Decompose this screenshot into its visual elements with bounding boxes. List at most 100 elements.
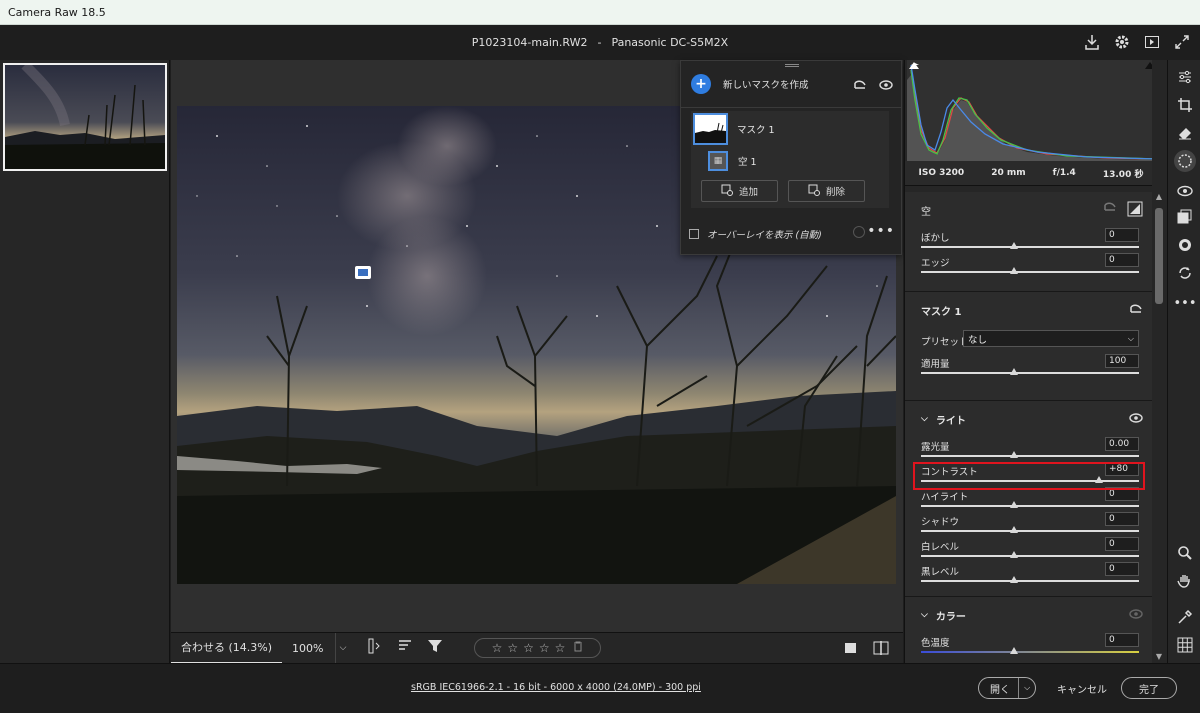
slider-thumb[interactable] (1010, 242, 1018, 249)
slider-thumb[interactable] (1010, 526, 1018, 533)
filmstrip-thumbnail[interactable] (3, 63, 167, 171)
trash-icon[interactable] (573, 641, 583, 655)
eye-icon[interactable] (879, 79, 893, 94)
compare-view-icon[interactable] (873, 640, 889, 660)
mask-item[interactable]: マスク 1 (693, 113, 775, 145)
slider-edge[interactable]: エッジ 0 (905, 253, 1155, 278)
star-icon[interactable]: ☆ (523, 641, 534, 655)
slider-track[interactable] (921, 580, 1139, 582)
reset-icon[interactable] (1129, 303, 1143, 318)
overlay-checkbox[interactable] (689, 229, 699, 239)
mask-component[interactable]: ▦ 空 1 (708, 151, 757, 171)
slider-thumb[interactable] (1010, 576, 1018, 583)
mask-section: マスク 1 プリセット なし ⌵ 適用量 100 (905, 292, 1155, 401)
mask-pin-icon[interactable] (355, 266, 371, 279)
filter-icon[interactable] (427, 638, 443, 658)
undo-icon[interactable] (853, 79, 867, 94)
zoom-icon[interactable] (1174, 542, 1196, 564)
sync-icon[interactable] (1174, 262, 1196, 284)
slider-feather[interactable]: ぼかし 0 (905, 228, 1155, 253)
zoom-100-button[interactable]: 100% (292, 642, 323, 655)
cancel-button[interactable]: キャンセル (1057, 681, 1107, 696)
slider-blacks[interactable]: 黒レベル 0 (905, 562, 1155, 587)
scrollbar-thumb[interactable] (1155, 208, 1163, 304)
slider-highlights[interactable]: ハイライト 0 (905, 487, 1155, 512)
slider-thumb[interactable] (1010, 267, 1018, 274)
gear-icon[interactable] (1112, 32, 1132, 52)
hand-icon[interactable] (1174, 570, 1196, 592)
slider-amount[interactable]: 適用量 100 (905, 354, 1155, 379)
redeye-icon[interactable] (1174, 180, 1196, 202)
slider-track[interactable] (921, 246, 1139, 248)
slider-thumb[interactable] (1010, 451, 1018, 458)
add-button[interactable]: 追加 (701, 180, 778, 202)
view-mode-icon[interactable] (843, 640, 859, 660)
invert-icon[interactable] (1127, 201, 1143, 220)
histogram (907, 60, 1157, 161)
open-button[interactable]: 開く ⌵ (978, 677, 1036, 699)
slider-value-input[interactable]: 0 (1105, 537, 1139, 551)
slider-thumb[interactable] (1010, 368, 1018, 375)
done-button[interactable]: 完了 (1121, 677, 1177, 699)
chevron-down-icon[interactable]: ⌵ (1018, 678, 1035, 698)
slider-value-input[interactable]: 0 (1105, 562, 1139, 576)
more-icon[interactable]: ••• (867, 223, 895, 239)
overlay-color-icon[interactable] (853, 226, 865, 238)
star-icon[interactable]: ☆ (492, 641, 503, 655)
workflow-options-link[interactable]: sRGB IEC61966-2.1 - 16 bit - 6000 x 4000… (411, 682, 701, 693)
filmstrip-toggle-icon[interactable] (367, 638, 383, 658)
mask-section-header: マスク 1 (905, 292, 1155, 328)
more-tools-icon[interactable]: ••• (1174, 292, 1197, 314)
slider-value-input[interactable]: 0.00 (1105, 437, 1139, 451)
scroll-up-icon[interactable]: ▲ (1154, 192, 1164, 201)
slider-value-input[interactable]: 0 (1105, 253, 1139, 267)
slider-thumb[interactable] (1010, 501, 1018, 508)
presets-icon[interactable] (1174, 206, 1196, 228)
slider-whites[interactable]: 白レベル 0 (905, 537, 1155, 562)
slider-track[interactable] (921, 455, 1139, 457)
sort-icon[interactable] (397, 638, 413, 658)
slider-track[interactable] (921, 555, 1139, 557)
panel-grip-icon[interactable] (785, 64, 799, 67)
masking-icon[interactable] (1174, 150, 1196, 172)
star-icon[interactable]: ☆ (507, 641, 518, 655)
slider-track[interactable] (921, 530, 1139, 532)
color-section-header[interactable]: ⌵ カラー (905, 597, 1155, 633)
save-icon[interactable] (1082, 32, 1102, 52)
star-icon[interactable]: ☆ (539, 641, 550, 655)
slider-value-input[interactable]: 100 (1105, 354, 1139, 368)
slider-track[interactable] (921, 505, 1139, 507)
create-mask-button[interactable]: + (691, 74, 711, 94)
grid-icon[interactable] (1174, 634, 1196, 656)
panel-scrollbar[interactable]: ▲ ▼ (1152, 60, 1166, 663)
eye-icon[interactable] (1129, 412, 1143, 426)
eye-icon[interactable] (1129, 608, 1143, 622)
slider-value-input[interactable]: 0 (1105, 633, 1139, 647)
shadow-clip-icon[interactable] (909, 62, 919, 69)
slider-track[interactable] (921, 651, 1139, 653)
fit-zoom-button[interactable]: 合わせる (14.3%) (171, 633, 283, 664)
fullscreen-icon[interactable] (1142, 32, 1162, 52)
slider-shadows[interactable]: シャドウ 0 (905, 512, 1155, 537)
star-icon[interactable]: ☆ (555, 641, 566, 655)
slider-track[interactable] (921, 271, 1139, 273)
crop-icon[interactable] (1174, 94, 1196, 116)
slider-track[interactable] (921, 372, 1139, 374)
slider-value-input[interactable]: 0 (1105, 512, 1139, 526)
scroll-down-icon[interactable]: ▼ (1154, 652, 1164, 661)
preset-select[interactable]: なし ⌵ (963, 330, 1139, 347)
slider-thumb[interactable] (1010, 551, 1018, 558)
eraser-icon[interactable] (1174, 122, 1196, 144)
edit-icon[interactable] (1174, 66, 1196, 88)
delete-button[interactable]: 削除 (788, 180, 865, 202)
zoom-dropdown-icon[interactable]: ⌵ (335, 632, 349, 664)
light-section-header[interactable]: ⌵ ライト (905, 401, 1155, 437)
slider-value-input[interactable]: 0 (1105, 228, 1139, 242)
slider-temperature[interactable]: 色温度 0 (905, 633, 1155, 658)
slider-thumb[interactable] (1010, 647, 1018, 654)
snapshots-icon[interactable] (1174, 234, 1196, 256)
reset-icon[interactable] (1103, 201, 1117, 220)
eyedropper-icon[interactable] (1174, 606, 1196, 628)
slider-exposure[interactable]: 露光量 0.00 (905, 437, 1155, 462)
expand-icon[interactable] (1172, 32, 1192, 52)
